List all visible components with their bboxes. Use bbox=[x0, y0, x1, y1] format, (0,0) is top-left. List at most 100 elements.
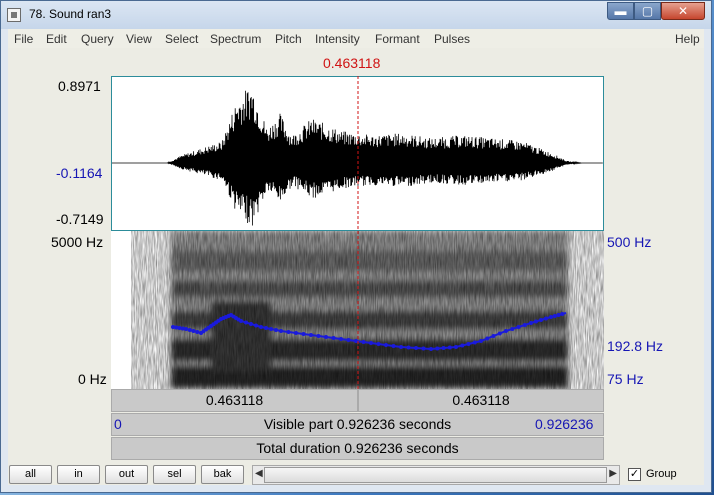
waveform-panel[interactable] bbox=[111, 76, 604, 231]
pitch-point bbox=[249, 322, 253, 326]
window-title: 78. Sound ran3 bbox=[29, 7, 112, 21]
visible-start-label: 0 bbox=[114, 416, 122, 432]
time-scrollbar[interactable]: ◀ ▶ bbox=[252, 465, 620, 485]
total-duration-bar[interactable]: Total duration 0.926236 seconds bbox=[111, 437, 604, 460]
pitch-point bbox=[421, 346, 426, 351]
pitch-point bbox=[522, 323, 527, 327]
zoom-back-button[interactable]: bak bbox=[201, 465, 244, 484]
group-checkbox[interactable]: ✓ bbox=[628, 468, 641, 481]
menu-formant[interactable]: Formant bbox=[375, 32, 420, 46]
menu-spectrum[interactable]: Spectrum bbox=[210, 32, 261, 46]
visible-end-label: 0.926236 bbox=[535, 416, 594, 432]
pitch-point bbox=[195, 330, 200, 334]
pitch-point bbox=[274, 328, 278, 332]
pitch-point bbox=[239, 319, 243, 323]
pitch-point bbox=[264, 326, 268, 330]
spectrogram-top-label: 5000 Hz bbox=[51, 234, 104, 250]
pitch-point bbox=[441, 346, 446, 350]
selection-right-value: 0.463118 bbox=[452, 392, 510, 408]
pitch-point bbox=[294, 331, 298, 335]
pitch-point bbox=[361, 340, 366, 344]
pitch-point bbox=[339, 337, 343, 341]
pitch-point bbox=[346, 338, 351, 342]
pitch-point bbox=[549, 315, 553, 319]
pitch-point bbox=[391, 344, 396, 348]
scroll-right-icon[interactable]: ▶ bbox=[609, 468, 617, 479]
zoom-sel-button[interactable]: sel bbox=[153, 465, 196, 484]
pitch-point bbox=[466, 342, 471, 346]
pitch-point bbox=[454, 345, 458, 349]
pitch-point bbox=[376, 342, 381, 346]
pitch-point bbox=[534, 319, 538, 324]
pitch-point bbox=[491, 334, 496, 338]
pitch-point bbox=[191, 329, 196, 333]
pitch-point bbox=[556, 313, 561, 317]
total-duration-text: Total duration 0.926236 seconds bbox=[256, 440, 459, 456]
waveform-plot bbox=[112, 90, 603, 226]
maximize-button[interactable]: ▢ bbox=[634, 2, 661, 20]
pitch-point bbox=[414, 346, 418, 350]
pitch-point bbox=[429, 347, 433, 351]
pitch-point bbox=[399, 345, 403, 349]
menu-query[interactable]: Query bbox=[81, 32, 114, 46]
pitch-point bbox=[504, 329, 508, 333]
pitch-point bbox=[269, 327, 273, 331]
waveform-min-label: -0.7149 bbox=[56, 211, 104, 227]
zoom-out-button[interactable]: out bbox=[105, 465, 148, 484]
selection-left-value: 0.463118 bbox=[205, 392, 264, 408]
pitch-point bbox=[516, 325, 521, 329]
pitch-point bbox=[497, 331, 502, 336]
pitch-point bbox=[447, 345, 452, 350]
pitch-point bbox=[286, 330, 291, 334]
pitch-point bbox=[510, 327, 515, 331]
menu-edit[interactable]: Edit bbox=[46, 32, 67, 46]
pitch-point bbox=[529, 321, 533, 325]
group-label: Group bbox=[646, 468, 677, 480]
menu-bar: File Edit Query View Select Spectrum Pit… bbox=[8, 29, 704, 48]
pitch-point bbox=[316, 334, 321, 338]
cursor-time-label: 0.463118 bbox=[323, 55, 381, 71]
waveform-max-label: 0.8971 bbox=[58, 78, 101, 94]
pitch-point bbox=[354, 339, 358, 343]
minimize-button[interactable]: ▬ bbox=[607, 2, 634, 20]
pitch-point bbox=[244, 320, 248, 325]
pitch-top-label: 500 Hz bbox=[607, 234, 652, 250]
visible-part-bar[interactable]: Visible part 0.926236 seconds bbox=[111, 413, 604, 436]
visible-part-text: Visible part 0.926236 seconds bbox=[263, 416, 452, 432]
pitch-point bbox=[460, 343, 465, 348]
selection-right-bar[interactable]: 0.463118 bbox=[358, 389, 604, 412]
waveform-mid-label: -0.1164 bbox=[56, 165, 103, 181]
spectrogram-plot bbox=[171, 231, 568, 389]
pitch-point bbox=[184, 327, 188, 331]
spectrogram-panel[interactable] bbox=[111, 231, 604, 389]
pitch-point bbox=[472, 340, 477, 345]
menu-pulses[interactable]: Pulses bbox=[434, 32, 470, 46]
menu-select[interactable]: Select bbox=[165, 32, 198, 46]
close-button[interactable]: ✕ bbox=[661, 2, 705, 20]
pitch-point bbox=[309, 333, 313, 337]
pitch-point bbox=[279, 329, 283, 333]
menu-file[interactable]: File bbox=[14, 32, 33, 46]
app-icon[interactable] bbox=[7, 8, 21, 22]
menu-pitch[interactable]: Pitch bbox=[275, 32, 302, 46]
pitch-point bbox=[301, 332, 306, 336]
waveform-trace bbox=[112, 90, 603, 226]
pitch-point bbox=[544, 316, 548, 321]
zoom-in-button[interactable]: in bbox=[57, 465, 100, 484]
pitch-point bbox=[384, 343, 388, 347]
scroll-left-icon[interactable]: ◀ bbox=[255, 468, 263, 479]
pitch-point bbox=[552, 314, 557, 318]
pitch-point bbox=[485, 336, 490, 341]
pitch-point bbox=[539, 318, 543, 322]
menu-help[interactable]: Help bbox=[675, 32, 700, 46]
title-bar[interactable]: 78. Sound ran3 ▬ ▢ ✕ bbox=[1, 1, 711, 29]
selection-left-bar[interactable]: 0.463118 bbox=[111, 389, 358, 412]
scroll-thumb[interactable] bbox=[264, 467, 607, 483]
pitch-point bbox=[324, 335, 328, 339]
all-button[interactable]: all bbox=[9, 465, 52, 484]
menu-view[interactable]: View bbox=[126, 32, 152, 46]
pitch-point bbox=[331, 336, 336, 340]
pitch-value-label: 192.8 Hz bbox=[607, 338, 664, 354]
menu-intensity[interactable]: Intensity bbox=[315, 32, 360, 46]
pitch-point bbox=[406, 345, 411, 350]
